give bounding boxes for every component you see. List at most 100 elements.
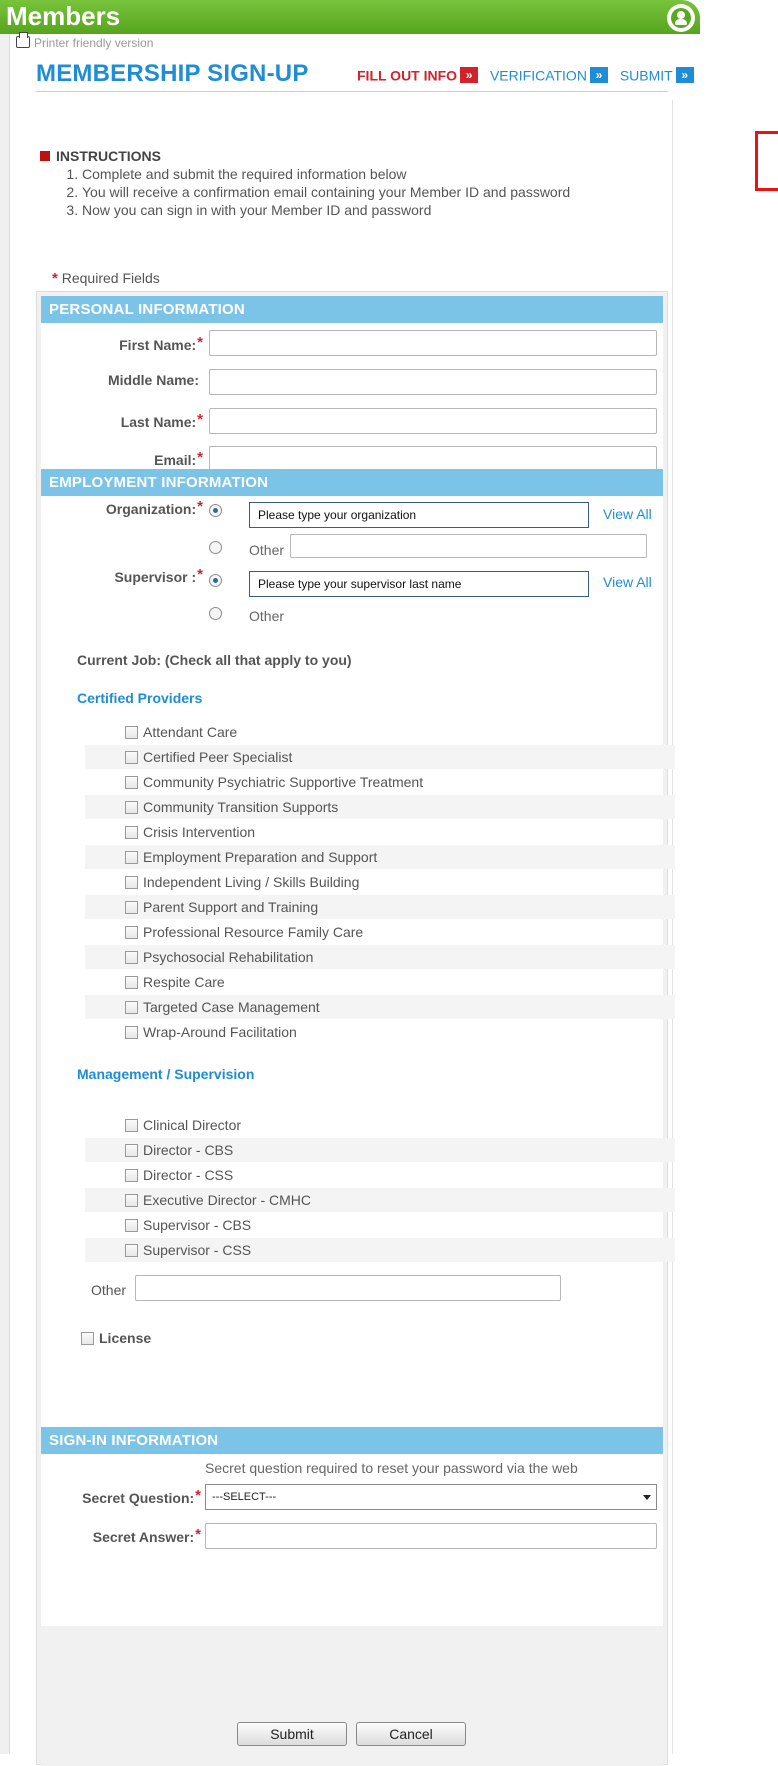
list-item[interactable]: Community Psychiatric Supportive Treatme… — [85, 770, 675, 794]
list-item[interactable]: Wrap-Around Facilitation — [85, 1020, 675, 1044]
license-row[interactable]: License — [41, 1326, 631, 1350]
checkbox[interactable] — [125, 951, 138, 964]
signup-form-panel: PERSONAL INFORMATION First Name:* Middle… — [36, 291, 675, 1766]
checkbox[interactable] — [125, 1001, 138, 1014]
checkbox[interactable] — [125, 1026, 138, 1039]
checkbox[interactable] — [125, 1144, 138, 1157]
step-submit: SUBMIT» — [620, 66, 694, 84]
cancel-button[interactable]: Cancel — [356, 1722, 466, 1746]
personal-info-header: PERSONAL INFORMATION — [41, 296, 663, 323]
page-title: Members — [6, 1, 121, 31]
organization-radio-other[interactable] — [209, 541, 222, 554]
list-item[interactable]: Clinical Director — [85, 1113, 675, 1137]
list-item[interactable]: Psychosocial Rehabilitation — [85, 945, 675, 969]
organization-input[interactable]: Please type your organization — [249, 502, 589, 528]
double-arrow-icon: » — [675, 67, 694, 84]
form-buttons-area: Submit Cancel — [41, 1677, 663, 1766]
double-arrow-icon: » — [460, 67, 479, 84]
checkbox[interactable] — [125, 801, 138, 814]
list-item[interactable]: Community Transition Supports — [85, 795, 675, 819]
employment-info-header: EMPLOYMENT INFORMATION — [41, 469, 663, 496]
list-item[interactable]: Certified Peer Specialist — [85, 745, 675, 769]
first-name-label: First Name:* — [119, 334, 203, 353]
list-item[interactable]: Employment Preparation and Support — [85, 845, 675, 869]
secret-question-label: Secret Question:* — [82, 1487, 201, 1506]
list-item[interactable]: Supervisor - CSS — [85, 1238, 675, 1262]
printer-friendly-link[interactable]: Printer friendly version — [16, 32, 154, 50]
checkbox[interactable] — [125, 751, 138, 764]
list-item[interactable]: Independent Living / Skills Building — [85, 870, 675, 894]
checkbox[interactable] — [125, 1219, 138, 1232]
supervisor-radio-list[interactable] — [209, 574, 222, 587]
email-label: Email:* — [154, 449, 203, 468]
list-item[interactable]: Executive Director - CMHC — [85, 1188, 675, 1212]
list-item[interactable]: Targeted Case Management — [85, 995, 675, 1019]
instruction-item: Now you can sign in with your Member ID … — [82, 201, 570, 219]
checkbox[interactable] — [125, 1194, 138, 1207]
supervisor-radio-other[interactable] — [209, 607, 222, 620]
current-job-label: Current Job: (Check all that apply to yo… — [77, 652, 352, 668]
printer-label: Printer friendly version — [34, 36, 154, 50]
checkbox[interactable] — [125, 826, 138, 839]
printer-icon — [16, 32, 30, 48]
organization-view-all-link[interactable]: View All — [603, 506, 652, 522]
instructions: INSTRUCTIONS Complete and submit the req… — [40, 148, 570, 219]
list-item[interactable]: Director - CSS — [85, 1163, 675, 1187]
first-name-input[interactable] — [209, 330, 657, 356]
list-item[interactable]: Supervisor - CBS — [85, 1213, 675, 1237]
list-item[interactable]: Director - CBS — [85, 1138, 675, 1162]
certified-providers-heading: Certified Providers — [77, 690, 203, 706]
checkbox[interactable] — [125, 726, 138, 739]
secret-question-note: Secret question required to reset your p… — [205, 1460, 578, 1476]
checkbox[interactable] — [125, 876, 138, 889]
checkbox[interactable] — [125, 851, 138, 864]
step-verification: VERIFICATION» — [490, 66, 608, 84]
double-arrow-icon: » — [589, 67, 608, 84]
middle-name-input[interactable] — [209, 369, 657, 395]
organization-label: Organization:* — [105, 498, 203, 517]
organization-other-label: Other — [249, 542, 285, 558]
checkbox[interactable] — [125, 1169, 138, 1182]
user-icon[interactable] — [667, 4, 695, 32]
management-heading: Management / Supervision — [77, 1066, 255, 1082]
title-divider — [36, 91, 668, 92]
list-item[interactable]: Attendant Care — [85, 720, 675, 744]
required-fields-note: * Required Fields — [52, 270, 160, 287]
license-checkbox[interactable] — [81, 1332, 94, 1345]
instruction-item: You will receive a confirmation email co… — [82, 183, 570, 201]
license-label: License — [99, 1330, 152, 1346]
middle-name-label: Middle Name: — [107, 372, 199, 388]
required-asterisk: * — [52, 270, 58, 287]
signup-title: MEMBERSHIP SIGN-UP — [36, 60, 309, 87]
checkbox[interactable] — [125, 1244, 138, 1257]
list-item[interactable]: Parent Support and Training — [85, 895, 675, 919]
list-item[interactable]: Respite Care — [85, 970, 675, 994]
last-name-label: Last Name:* — [120, 411, 203, 430]
checkbox[interactable] — [125, 776, 138, 789]
chevron-down-icon — [643, 1495, 651, 1500]
checkbox[interactable] — [125, 1119, 138, 1132]
management-other-input[interactable] — [135, 1275, 561, 1301]
members-header: Members — [0, 0, 700, 34]
supervisor-other-label: Other — [249, 608, 285, 624]
left-border — [0, 34, 10, 1754]
secret-question-select[interactable]: ---SELECT--- — [205, 1484, 657, 1510]
organization-other-input[interactable] — [290, 534, 647, 558]
secret-answer-input[interactable] — [205, 1523, 657, 1549]
side-callout-box — [755, 131, 778, 191]
personal-info-section: First Name:* Middle Name: Last Name:* Em… — [41, 323, 663, 473]
instructions-heading: INSTRUCTIONS — [56, 148, 161, 164]
submit-button[interactable]: Submit — [237, 1722, 347, 1746]
supervisor-input[interactable]: Please type your supervisor last name — [249, 571, 589, 597]
instruction-item: Complete and submit the required informa… — [82, 165, 570, 183]
list-item[interactable]: Professional Resource Family Care — [85, 920, 675, 944]
checkbox[interactable] — [125, 976, 138, 989]
organization-radio-list[interactable] — [209, 504, 222, 517]
bullet-square-icon — [40, 151, 50, 161]
checkbox[interactable] — [125, 926, 138, 939]
last-name-input[interactable] — [209, 408, 657, 434]
supervisor-view-all-link[interactable]: View All — [603, 574, 652, 590]
secret-answer-label: Secret Answer:* — [92, 1526, 201, 1545]
checkbox[interactable] — [125, 901, 138, 914]
list-item[interactable]: Crisis Intervention — [85, 820, 675, 844]
